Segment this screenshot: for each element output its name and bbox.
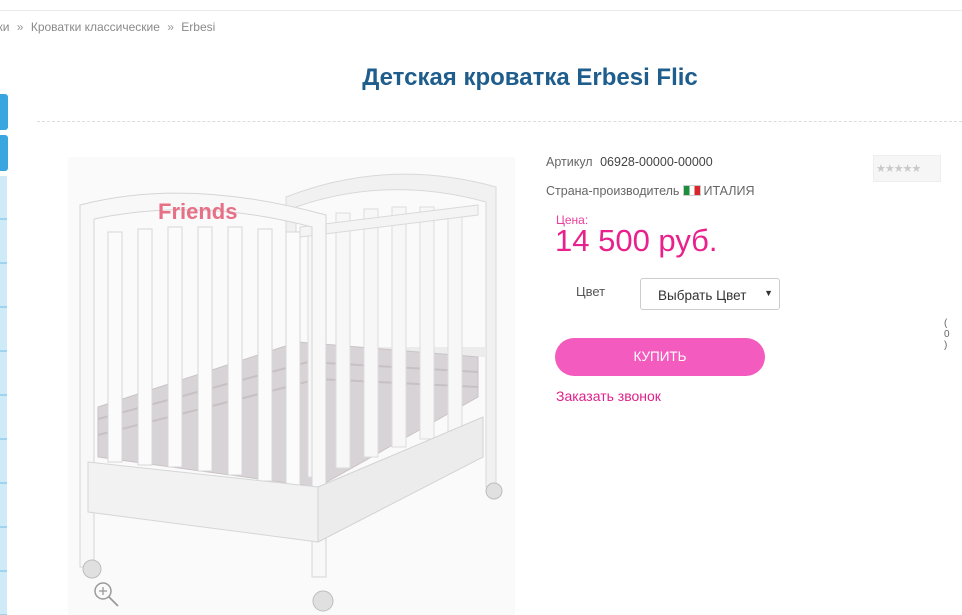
- country-row: Страна-производитель ИТАЛИЯ: [546, 184, 755, 198]
- country-value: ИТАЛИЯ: [703, 184, 755, 198]
- article-label: Артикул: [546, 155, 593, 169]
- product-image[interactable]: Friends: [68, 157, 515, 615]
- sidebar-tab[interactable]: [0, 94, 8, 130]
- buy-button[interactable]: КУПИТЬ: [555, 338, 765, 376]
- sidebar-tab[interactable]: [0, 135, 8, 171]
- country-label: Страна-производитель: [546, 184, 680, 198]
- rating-stars-icon[interactable]: ★★★★★: [876, 162, 921, 175]
- breadcrumb: тки » Кроватки классические » Erbesi: [0, 20, 215, 34]
- color-label: Цвет: [576, 284, 606, 299]
- title-divider: [37, 121, 962, 122]
- page-title: Детская кроватка Erbesi Flic: [362, 64, 698, 91]
- chevron-down-icon: ▼: [764, 288, 773, 298]
- price-value: 14 500 руб.: [555, 223, 718, 258]
- breadcrumb-item-classic-cribs[interactable]: Кроватки классические: [31, 20, 160, 34]
- breadcrumb-item-parent[interactable]: тки: [0, 20, 9, 34]
- article-row: Артикул 06928-00000-00000: [546, 155, 713, 169]
- breadcrumb-separator: »: [16, 20, 24, 34]
- color-select-value: Выбрать Цвет: [658, 288, 747, 303]
- article-value: 06928-00000-00000: [600, 155, 713, 169]
- breadcrumb-item-erbesi[interactable]: Erbesi: [181, 20, 215, 34]
- callback-link[interactable]: Заказать звонок: [556, 388, 661, 404]
- rating-count: ( 0 ): [944, 318, 950, 351]
- top-divider: [0, 10, 962, 11]
- italy-flag-icon: [683, 185, 702, 196]
- crib-illustration: Friends: [79, 173, 503, 612]
- rating-widget[interactable]: ★★★★★ ( 0 ): [873, 155, 950, 351]
- magnifier-plus-icon[interactable]: [92, 580, 120, 608]
- headboard-logo-text: Friends: [158, 199, 237, 224]
- breadcrumb-separator: »: [167, 20, 174, 34]
- color-select[interactable]: Выбрать Цвет ▼: [640, 278, 780, 310]
- sidebar-menu-strip[interactable]: [0, 176, 7, 615]
